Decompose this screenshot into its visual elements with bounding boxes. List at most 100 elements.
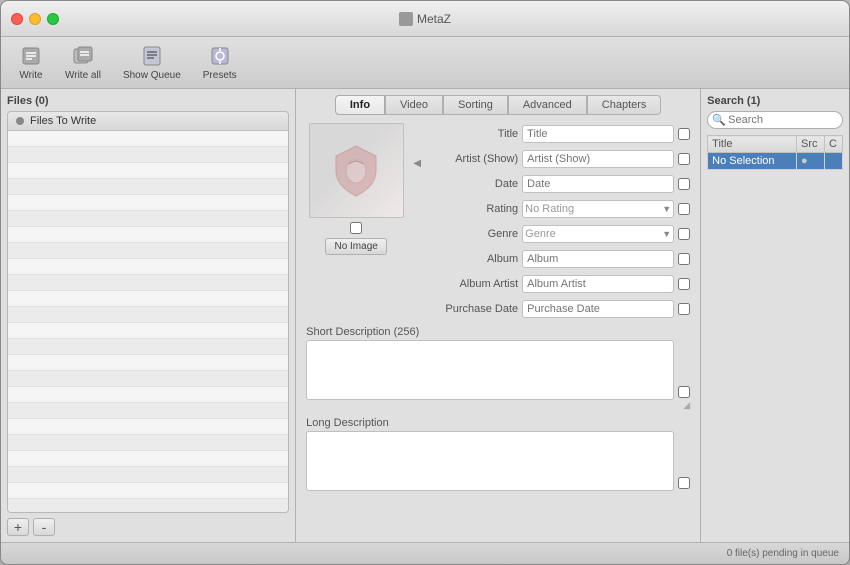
artist-field-row: Artist (Show): [428, 148, 690, 170]
rating-label: Rating: [428, 203, 518, 215]
tab-video[interactable]: Video: [385, 95, 443, 115]
files-footer: + -: [7, 518, 289, 536]
short-description-textarea[interactable]: [306, 340, 674, 400]
date-input[interactable]: [522, 175, 674, 193]
file-row: [8, 211, 288, 227]
title-checkbox[interactable]: [678, 128, 690, 140]
main-content: Files (0) Files To Write: [1, 89, 849, 542]
tab-sorting[interactable]: Sorting: [443, 95, 508, 115]
artwork-area: No Image: [306, 123, 406, 255]
long-description-textarea[interactable]: [306, 431, 674, 491]
show-queue-icon: [140, 44, 164, 68]
short-description-label: Short Description (256): [306, 326, 690, 338]
album-input[interactable]: [522, 250, 674, 268]
search-input[interactable]: [707, 111, 843, 129]
rating-select-wrapper: No Rating 1 Star 2 Stars 3 Stars 4 Stars…: [522, 200, 674, 218]
album-checkbox[interactable]: [678, 253, 690, 265]
toolbar: Write Write all: [1, 37, 849, 89]
search-panel: Search (1) 🔍 Title Src C No Selection: [701, 89, 849, 542]
genre-select[interactable]: Genre: [522, 225, 674, 243]
short-description-checkbox[interactable]: [678, 386, 690, 398]
add-file-button[interactable]: +: [7, 518, 29, 536]
artwork-and-fields: No Image ◀ Title Artist: [306, 123, 690, 320]
files-list-header: Files To Write: [8, 112, 288, 131]
genre-checkbox[interactable]: [678, 228, 690, 240]
short-description-area: Short Description (256) ◢: [306, 326, 690, 411]
scroll-arrow-icon: ◀: [413, 158, 421, 169]
rating-checkbox[interactable]: [678, 203, 690, 215]
editor-content: No Image ◀ Title Artist: [296, 115, 700, 542]
search-input-wrapper: 🔍: [707, 111, 843, 129]
presets-button[interactable]: Presets: [195, 40, 245, 85]
file-row: [8, 387, 288, 403]
show-queue-label: Show Queue: [123, 70, 181, 81]
search-icon: 🔍: [712, 114, 726, 127]
status-text: 0 file(s) pending in queue: [727, 548, 839, 559]
remove-file-button[interactable]: -: [33, 518, 55, 536]
long-description-container: [306, 431, 690, 491]
files-rows: [8, 131, 288, 513]
files-panel: Files (0) Files To Write: [1, 89, 296, 542]
long-description-checkbox[interactable]: [678, 477, 690, 489]
no-image-button[interactable]: No Image: [325, 238, 386, 255]
genre-select-wrapper: Genre ▼: [522, 225, 674, 243]
purchase-date-field-row: Purchase Date: [428, 298, 690, 320]
search-result-row[interactable]: No Selection ●: [708, 153, 843, 170]
search-result-src: ●: [797, 153, 825, 170]
write-all-icon: [71, 44, 95, 68]
search-results-table: Title Src C No Selection ●: [707, 135, 843, 170]
artist-input[interactable]: [522, 150, 674, 168]
col-c-header[interactable]: C: [825, 136, 843, 153]
write-button[interactable]: Write: [11, 40, 51, 85]
artwork-box: [309, 123, 404, 218]
rating-select[interactable]: No Rating 1 Star 2 Stars 3 Stars 4 Stars…: [522, 200, 674, 218]
file-row: [8, 467, 288, 483]
app-icon: [399, 12, 413, 26]
rating-field-row: Rating No Rating 1 Star 2 Stars 3 Stars …: [428, 198, 690, 220]
file-row: [8, 291, 288, 307]
long-description-label: Long Description: [306, 417, 690, 429]
files-list: Files To Write: [7, 111, 289, 513]
long-description-checkbox-col: [678, 431, 690, 491]
album-artist-field-row: Album Artist: [428, 273, 690, 295]
title-field-row: Title: [428, 123, 690, 145]
tab-info[interactable]: Info: [335, 95, 385, 115]
artist-checkbox[interactable]: [678, 153, 690, 165]
search-result-c: [825, 153, 843, 170]
purchase-date-checkbox[interactable]: [678, 303, 690, 315]
file-row: [8, 131, 288, 147]
file-row: [8, 355, 288, 371]
file-row: [8, 339, 288, 355]
close-button[interactable]: [11, 13, 23, 25]
purchase-date-label: Purchase Date: [428, 303, 518, 315]
col-src-header[interactable]: Src: [797, 136, 825, 153]
write-all-label: Write all: [65, 70, 101, 81]
write-label: Write: [19, 70, 42, 81]
file-row: [8, 243, 288, 259]
tab-advanced[interactable]: Advanced: [508, 95, 587, 115]
file-row: [8, 483, 288, 499]
minimize-button[interactable]: [29, 13, 41, 25]
genre-field-row: Genre Genre ▼: [428, 223, 690, 245]
album-artist-checkbox[interactable]: [678, 278, 690, 290]
purchase-date-input[interactable]: [522, 300, 674, 318]
artwork-checkbox[interactable]: [350, 222, 362, 234]
tab-chapters[interactable]: Chapters: [587, 95, 662, 115]
title-input[interactable]: [522, 125, 674, 143]
long-description-area: Long Description: [306, 417, 690, 491]
file-row: [8, 163, 288, 179]
main-window: MetaZ Write: [0, 0, 850, 565]
show-queue-button[interactable]: Show Queue: [115, 40, 189, 85]
album-field-row: Album: [428, 248, 690, 270]
file-row: [8, 227, 288, 243]
date-checkbox[interactable]: [678, 178, 690, 190]
src-icon: ●: [801, 155, 808, 167]
write-all-button[interactable]: Write all: [57, 40, 109, 85]
maximize-button[interactable]: [47, 13, 59, 25]
album-artist-input[interactable]: [522, 275, 674, 293]
scroll-indicator: ◀: [414, 123, 420, 203]
col-title-header[interactable]: Title: [708, 136, 797, 153]
genre-label: Genre: [428, 228, 518, 240]
file-row: [8, 195, 288, 211]
search-result-title: No Selection: [708, 153, 797, 170]
